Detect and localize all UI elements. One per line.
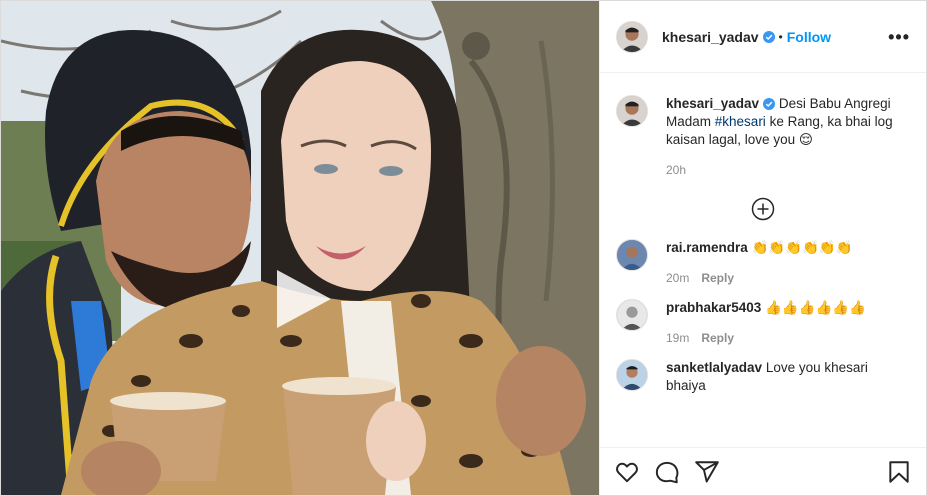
post-header: khesari_yadav • Follow ••• xyxy=(600,1,926,73)
avatar[interactable] xyxy=(616,95,648,127)
comment-username[interactable]: prabhakar5403 xyxy=(666,300,761,315)
reply-button[interactable]: Reply xyxy=(701,271,734,285)
header-username[interactable]: khesari_yadav xyxy=(662,29,759,45)
comment-meta: 19m Reply xyxy=(666,331,910,345)
follow-button[interactable]: Follow xyxy=(787,29,831,45)
comment-meta: 20m Reply xyxy=(666,271,910,285)
bookmark-icon[interactable] xyxy=(886,459,912,485)
comment-timestamp[interactable]: 19m xyxy=(666,331,689,345)
comment-text: sanketlalyadav Love you khesari bhaiya xyxy=(666,359,910,395)
verified-badge-icon xyxy=(762,30,775,43)
avatar[interactable] xyxy=(616,239,648,271)
caption-timestamp[interactable]: 20h xyxy=(666,163,686,177)
comment-bubble-icon[interactable] xyxy=(654,459,680,485)
avatar[interactable] xyxy=(616,299,648,331)
post-side-panel: khesari_yadav • Follow ••• khesari_yadav… xyxy=(599,1,926,495)
caption-meta: 20h xyxy=(666,163,910,177)
reply-button[interactable]: Reply xyxy=(701,331,734,345)
heart-icon[interactable] xyxy=(614,459,640,485)
plus-circle-icon[interactable] xyxy=(751,197,775,221)
comment-username[interactable]: sanketlalyadav xyxy=(666,360,762,375)
comment-text: prabhakar5403 👍👍👍👍👍👍 xyxy=(666,299,910,317)
more-options-button[interactable]: ••• xyxy=(888,28,910,46)
caption-row: khesari_yadav Desi Babu Angregi Madam #k… xyxy=(616,73,910,177)
comment-body: 👏👏👏👏👏👏 xyxy=(747,240,853,255)
play-icon[interactable] xyxy=(269,266,335,332)
comments-list: khesari_yadav Desi Babu Angregi Madam #k… xyxy=(600,73,926,447)
comment-timestamp[interactable]: 20m xyxy=(666,271,689,285)
action-bar xyxy=(600,447,926,495)
verified-badge-icon xyxy=(763,98,776,111)
caption-text: khesari_yadav Desi Babu Angregi Madam #k… xyxy=(666,95,910,149)
post-video[interactable] xyxy=(1,1,599,495)
hashtag-link[interactable]: #khesari xyxy=(715,114,766,129)
video-frame-image xyxy=(1,1,599,495)
avatar[interactable] xyxy=(616,359,648,391)
load-more-comments xyxy=(616,197,910,221)
comment-row: sanketlalyadav Love you khesari bhaiya xyxy=(616,345,910,395)
avatar[interactable] xyxy=(616,20,648,53)
comment-text: rai.ramendra 👏👏👏👏👏👏 xyxy=(666,239,910,257)
instagram-post: khesari_yadav • Follow ••• khesari_yadav… xyxy=(0,0,927,496)
comment-username[interactable]: rai.ramendra xyxy=(666,240,748,255)
comment-body: 👍👍👍👍👍👍 xyxy=(761,300,866,315)
separator: • xyxy=(778,29,783,44)
comment-row: rai.ramendra 👏👏👏👏👏👏 20m Reply xyxy=(616,225,910,285)
paper-plane-icon[interactable] xyxy=(694,459,720,485)
caption-username[interactable]: khesari_yadav xyxy=(666,96,759,111)
comment-row: prabhakar5403 👍👍👍👍👍👍 19m Reply xyxy=(616,285,910,345)
